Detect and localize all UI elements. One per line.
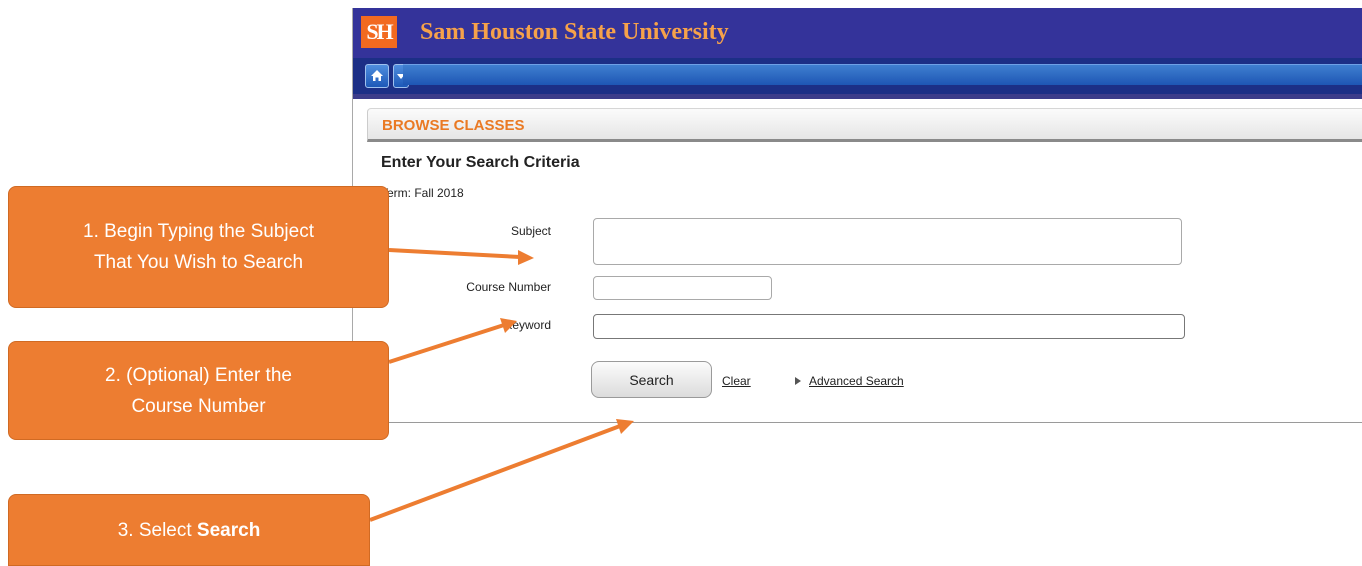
- callout-step-2: 2. (Optional) Enter the Course Number: [8, 341, 389, 440]
- arrowhead-search: [616, 419, 634, 434]
- callout-step-3-bold: Search: [196, 519, 261, 541]
- callout-step-2-line-1: 2. (Optional) Enter the: [105, 364, 292, 386]
- callout-step-3-text: 3. Select Search: [9, 515, 369, 546]
- callout-step-3: 3. Select Search: [8, 494, 370, 566]
- arrowhead-subject: [518, 250, 534, 265]
- arrow-to-keyword: [388, 323, 505, 364]
- callout-step-1: 1. Begin Typing the Subject That You Wis…: [8, 186, 389, 308]
- arrow-to-search: [369, 424, 621, 522]
- callout-step-3-prefix: 3. Select: [117, 519, 197, 541]
- callout-step-1-line-2: That You Wish to Search: [93, 252, 304, 273]
- arrow-to-subject: [388, 248, 521, 259]
- callout-step-2-line-2: Course Number: [131, 395, 266, 417]
- arrowhead-keyword: [500, 318, 517, 333]
- callout-step-1-line-1: 1. Begin Typing the Subject: [83, 221, 314, 242]
